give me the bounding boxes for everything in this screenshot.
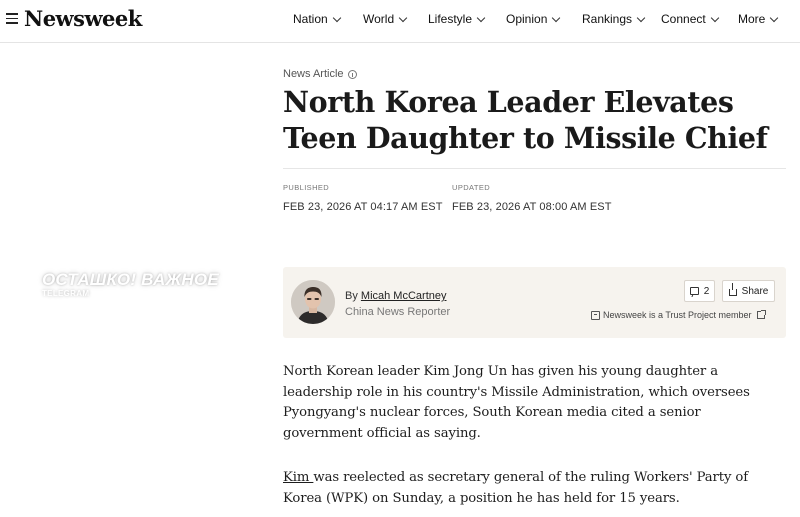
article-paragraph-1: North Korean leader Kim Jong Un has give… [283, 364, 750, 441]
byline-prefix: By [345, 290, 358, 302]
nav-item-opinion[interactable]: Opinion [506, 12, 561, 26]
nav-label: World [363, 12, 395, 26]
updated-date: FEB 23, 2026 AT 08:00 AM EST [452, 201, 612, 213]
nav-label: Rankings [582, 12, 633, 26]
comments-count: 2 [703, 285, 710, 297]
nav-item-lifestyle[interactable]: Lifestyle [428, 12, 486, 26]
article-paragraph-2: Kim was reelected as secretary general o… [283, 468, 783, 509]
nav-label: Connect [661, 12, 706, 26]
chevron-down-icon [398, 13, 408, 22]
page-title: North Korea Leader Elevates Teen Daughte… [283, 85, 768, 155]
author-byline: By Micah McCartney [345, 290, 446, 302]
top-navigation-bar: Newsweek Nation World Lifestyle Opinion … [0, 0, 800, 43]
trust-project-link[interactable]: Newsweek is a Trust Project member [591, 310, 766, 320]
nav-label: Lifestyle [428, 12, 473, 26]
watermark-subtext: TELEGRAM [42, 289, 90, 298]
avatar[interactable] [291, 280, 335, 324]
trust-project-icon [591, 310, 600, 320]
article-type: News Article [283, 68, 357, 80]
nav-label: Opinion [506, 12, 548, 26]
updated-label: UPDATED [452, 183, 491, 192]
trust-project-text: Newsweek is a Trust Project member [603, 310, 752, 320]
author-role: China News Reporter [345, 306, 451, 318]
author-box: By Micah McCartney China News Reporter 2… [283, 267, 786, 338]
chevron-down-icon [710, 13, 719, 22]
nav-label: More [738, 12, 766, 26]
nav-item-connect[interactable]: Connect [661, 12, 719, 26]
info-icon[interactable] [347, 69, 357, 79]
external-link-icon [756, 310, 766, 319]
nav-item-more[interactable]: More [738, 12, 779, 26]
share-icon [728, 283, 737, 296]
divider [283, 168, 786, 169]
chevron-down-icon [770, 13, 779, 22]
nav-label: Nation [293, 12, 328, 26]
published-label: PUBLISHED [283, 183, 330, 192]
menu-icon[interactable] [6, 13, 18, 25]
published-date: FEB 23, 2026 AT 04:17 AM EST [283, 201, 443, 213]
paragraph-text: was reelected as secretary general of th… [283, 470, 749, 506]
watermark-text: ОСТАШКО! ВАЖНОЕ [42, 270, 219, 289]
site-logo[interactable]: Newsweek [24, 6, 142, 31]
chevron-down-icon [636, 13, 646, 22]
share-label: Share [741, 285, 769, 297]
comments-button[interactable]: 2 [684, 280, 715, 302]
nav-item-nation[interactable]: Nation [293, 12, 341, 26]
nav-item-rankings[interactable]: Rankings [582, 12, 646, 26]
share-button[interactable]: Share [722, 280, 775, 302]
chevron-down-icon [476, 13, 486, 22]
article-type-label: News Article [283, 68, 344, 80]
comment-icon [689, 287, 699, 295]
author-name-link[interactable]: Micah McCartney [361, 290, 447, 302]
chevron-down-icon [332, 13, 341, 22]
chevron-down-icon [552, 13, 561, 22]
nav-item-world[interactable]: World [363, 12, 408, 26]
kim-link[interactable]: Kim [283, 470, 313, 485]
telegram-watermark: ОСТАШКО! ВАЖНОЕ TELEGRAM [42, 270, 232, 298]
